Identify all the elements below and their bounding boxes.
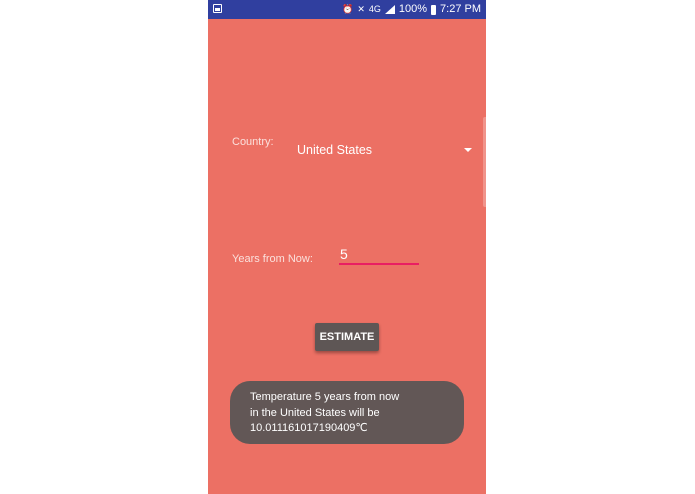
years-label: Years from Now: bbox=[232, 253, 313, 265]
toast-line-2: in the United States will be bbox=[250, 406, 380, 419]
signal-icon bbox=[384, 5, 395, 14]
years-input[interactable] bbox=[339, 245, 419, 265]
estimate-button[interactable]: ESTIMATE bbox=[315, 323, 379, 351]
battery-icon bbox=[431, 4, 437, 15]
country-selected-value: United States bbox=[297, 143, 373, 157]
country-dropdown[interactable]: United States bbox=[290, 137, 475, 163]
toast-line-3: 10.011161017190409℃ bbox=[250, 422, 368, 434]
scroll-indicator bbox=[483, 117, 486, 207]
country-label: Country: bbox=[232, 136, 274, 148]
battery-percent: 100% bbox=[398, 3, 428, 15]
network-type-icon: 4G bbox=[368, 4, 381, 14]
alarm-icon: ⏰ bbox=[342, 4, 354, 14]
app-screen: ⏰ ✕ 4G 100% 7:27 PM Country: United Stat… bbox=[208, 0, 486, 494]
result-toast: Temperature 5 years from now in the Unit… bbox=[230, 381, 464, 444]
toast-line-1: Temperature 5 years from now bbox=[250, 391, 400, 403]
clock: 7:27 PM bbox=[440, 3, 481, 15]
gallery-notification-icon bbox=[213, 4, 222, 13]
dropdown-arrow-icon bbox=[464, 148, 472, 152]
status-icons: ⏰ ✕ 4G 100% 7:27 PM bbox=[342, 2, 481, 17]
mute-icon: ✕ bbox=[357, 4, 365, 14]
status-bar: ⏰ ✕ 4G 100% 7:27 PM bbox=[208, 0, 486, 19]
